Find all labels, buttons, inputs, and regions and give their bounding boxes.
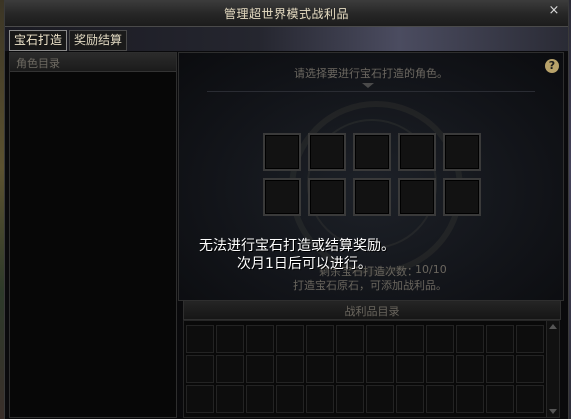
- gem-slot[interactable]: [263, 178, 301, 216]
- loot-slot[interactable]: [396, 355, 424, 383]
- loot-slot[interactable]: [366, 385, 394, 413]
- loot-slot[interactable]: [396, 385, 424, 413]
- loot-slot[interactable]: [246, 325, 274, 353]
- loot-slot[interactable]: [516, 325, 544, 353]
- loot-slot[interactable]: [186, 355, 214, 383]
- loot-slot[interactable]: [216, 355, 244, 383]
- character-list-header: 角色目录: [10, 53, 176, 72]
- loot-slot[interactable]: [426, 385, 454, 413]
- window-title: 管理超世界模式战利品: [223, 7, 349, 21]
- loot-slot[interactable]: [306, 325, 334, 353]
- remaining-crafts-value: 10/10: [415, 263, 447, 276]
- gem-slot[interactable]: [398, 178, 436, 216]
- error-message-line-2: 次月1日后可以进行。: [237, 256, 372, 272]
- loot-grid: [183, 320, 547, 418]
- tab-gem-crafting[interactable]: 宝石打造: [9, 30, 68, 51]
- loot-list-title: 战利品目录: [344, 305, 400, 318]
- loot-slot[interactable]: [186, 325, 214, 353]
- select-character-prompt: 请选择要进行宝石打造的角色。: [294, 67, 448, 80]
- arrow-down-icon: [362, 83, 374, 88]
- gem-slot[interactable]: [353, 178, 391, 216]
- tab-reward-settlement[interactable]: 奖励结算: [69, 30, 128, 51]
- character-list-panel[interactable]: 角色目录: [9, 52, 177, 418]
- loot-list-header: 战利品目录: [183, 300, 561, 320]
- gem-slot[interactable]: [443, 178, 481, 216]
- loot-slot[interactable]: [276, 385, 304, 413]
- error-message-line-1: 无法进行宝石打造或结算奖励。: [199, 238, 395, 254]
- loot-management-window: 管理超世界模式战利品 × 宝石打造 奖励结算 角色目录 请选择要进行宝石打造的角…: [4, 0, 569, 419]
- loot-slot[interactable]: [336, 355, 364, 383]
- loot-slot[interactable]: [366, 325, 394, 353]
- tab-bar: 宝石打造 奖励结算: [5, 27, 568, 51]
- loot-slot[interactable]: [336, 325, 364, 353]
- gem-slot[interactable]: [263, 133, 301, 171]
- loot-slot[interactable]: [246, 385, 274, 413]
- loot-slot[interactable]: [366, 355, 394, 383]
- loot-slot[interactable]: [336, 385, 364, 413]
- gem-slot[interactable]: [398, 133, 436, 171]
- loot-slot[interactable]: [486, 325, 514, 353]
- close-icon[interactable]: ×: [546, 3, 562, 19]
- loot-slot[interactable]: [396, 325, 424, 353]
- loot-slot[interactable]: [306, 385, 334, 413]
- loot-slot[interactable]: [456, 325, 484, 353]
- loot-slot[interactable]: [186, 385, 214, 413]
- loot-slot[interactable]: [456, 355, 484, 383]
- divider: [207, 91, 535, 92]
- crafting-hint: 打造宝石原石，可添加战利品。: [293, 279, 447, 292]
- loot-slot[interactable]: [276, 325, 304, 353]
- gem-slot[interactable]: [353, 133, 391, 171]
- loot-slot[interactable]: [486, 355, 514, 383]
- loot-slot[interactable]: [306, 355, 334, 383]
- title-bar[interactable]: 管理超世界模式战利品 ×: [5, 0, 568, 27]
- loot-slot[interactable]: [486, 385, 514, 413]
- loot-slot[interactable]: [456, 385, 484, 413]
- scroll-up-icon[interactable]: [549, 324, 557, 329]
- help-icon[interactable]: ?: [545, 59, 559, 73]
- loot-slot[interactable]: [246, 355, 274, 383]
- loot-slot[interactable]: [276, 355, 304, 383]
- gem-slot[interactable]: [308, 133, 346, 171]
- scroll-down-icon[interactable]: [549, 409, 557, 414]
- loot-slot[interactable]: [516, 355, 544, 383]
- loot-slot[interactable]: [216, 325, 244, 353]
- loot-slot[interactable]: [426, 325, 454, 353]
- loot-slot[interactable]: [426, 355, 454, 383]
- loot-slot[interactable]: [216, 385, 244, 413]
- character-list-title: 角色目录: [16, 57, 60, 70]
- loot-slot[interactable]: [516, 385, 544, 413]
- gem-slot[interactable]: [308, 178, 346, 216]
- loot-scrollbar[interactable]: [546, 320, 560, 418]
- gem-slot[interactable]: [443, 133, 481, 171]
